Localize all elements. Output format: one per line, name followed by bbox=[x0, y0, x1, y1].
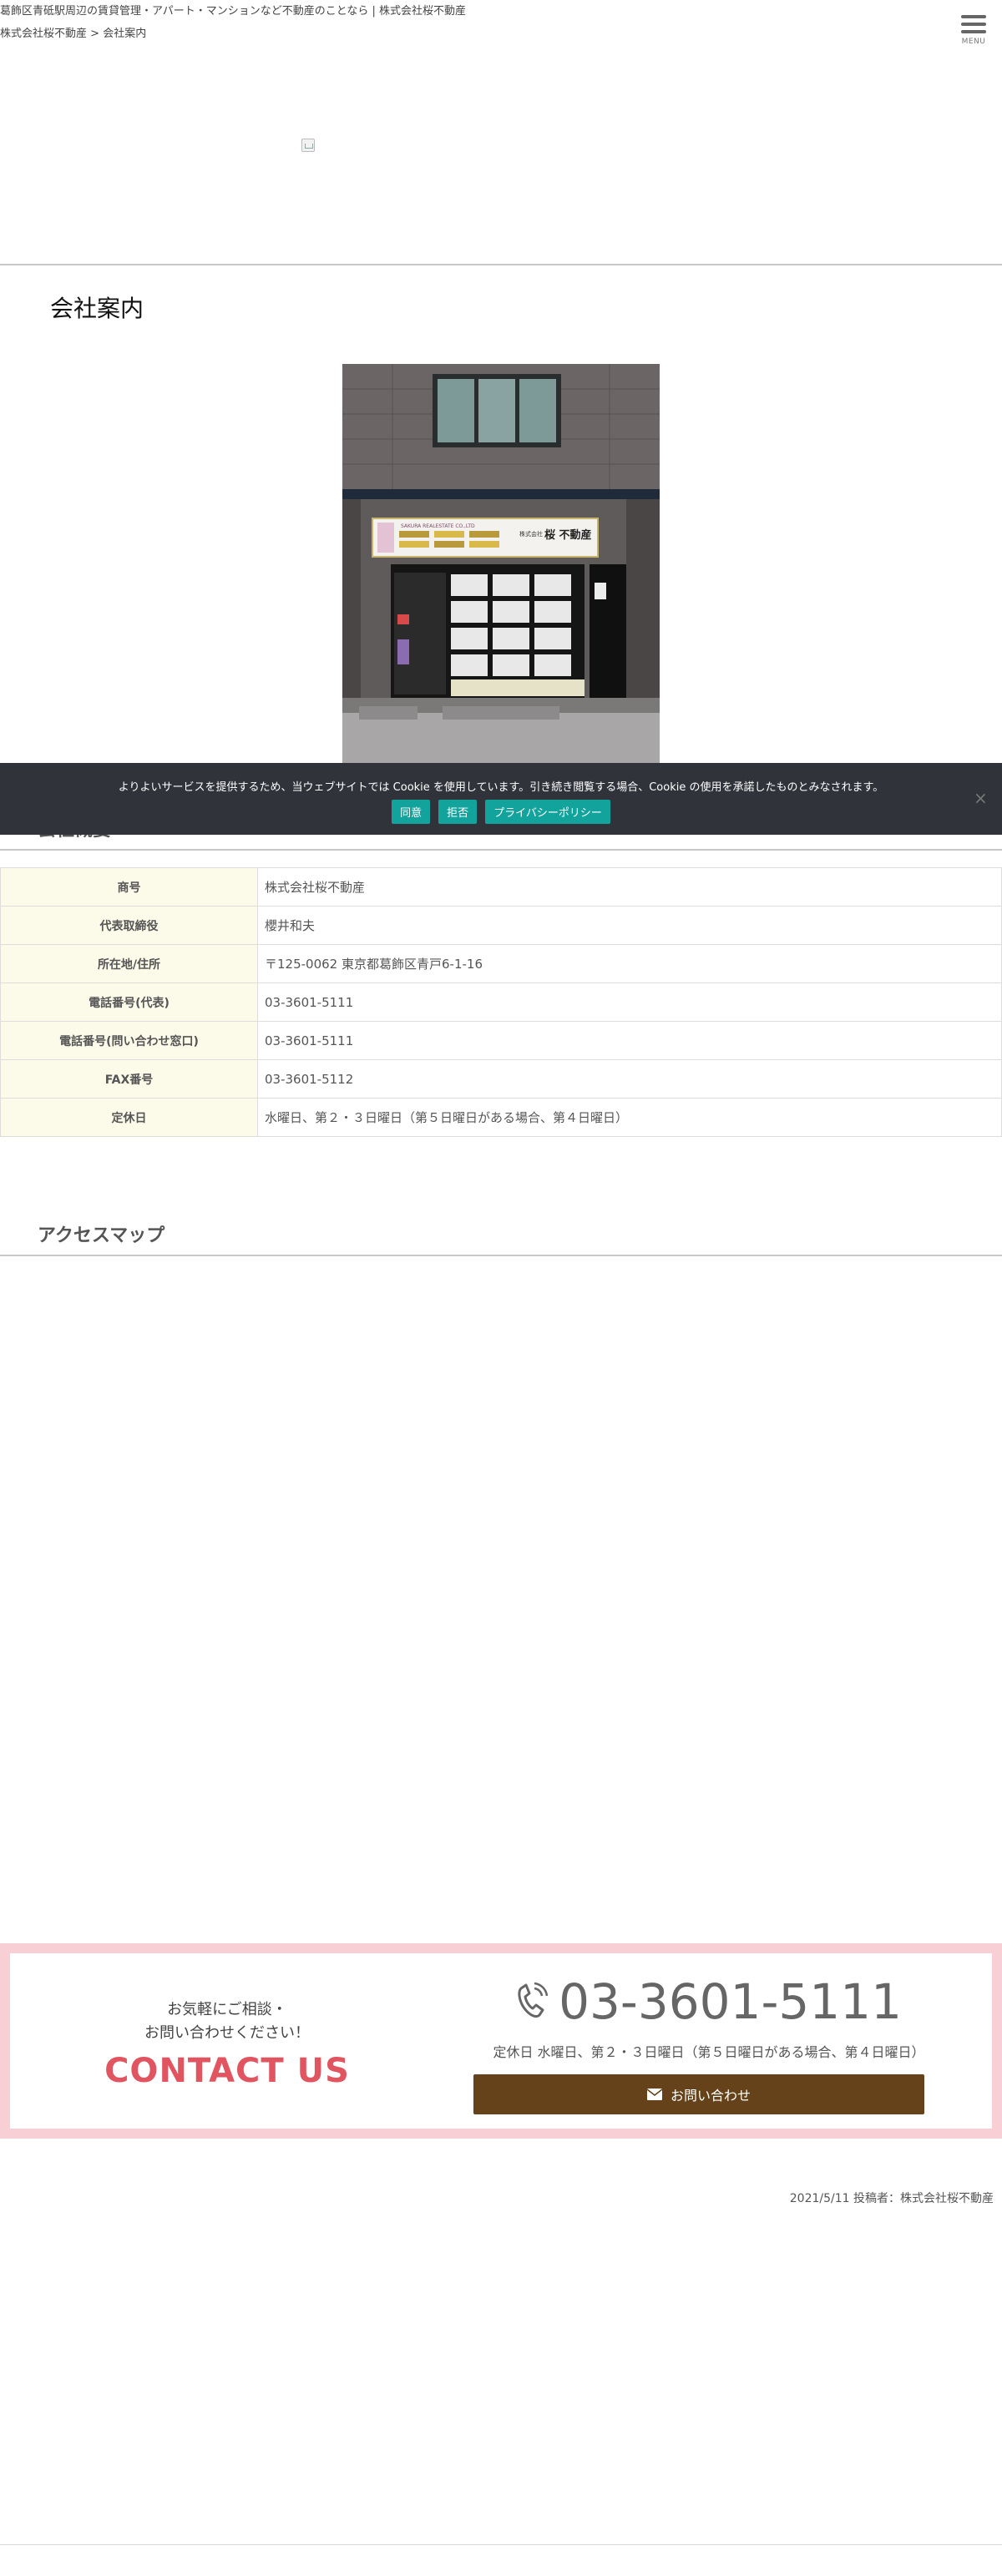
footer-divider bbox=[0, 2544, 1002, 2545]
row-label: 代表取締役 bbox=[0, 906, 258, 945]
storefront-sign-company-name: 桜 不動産 bbox=[544, 528, 592, 542]
storefront-sign-english: SAKURA REALESTATE CO.,LTD bbox=[401, 523, 475, 529]
storefront-sign-company-type: 株式会社 bbox=[519, 530, 543, 538]
row-value: 水曜日、第２・３日曜日（第５日曜日がある場合、第４日曜日） bbox=[257, 1098, 1002, 1137]
storefront-photo: SAKURA REALESTATE CO.,LTD 株式会社 桜 不動産 bbox=[342, 364, 660, 765]
table-row: 電話番号(代表) 03-3601-5111 bbox=[0, 982, 1002, 1022]
breadcrumb-separator: > bbox=[87, 28, 104, 40]
row-label: 定休日 bbox=[0, 1098, 258, 1137]
row-value: 03-3601-5111 bbox=[257, 1021, 1002, 1060]
row-value: 株式会社桜不動産 bbox=[257, 867, 1002, 907]
cookie-accept-button[interactable]: 同意 bbox=[392, 800, 431, 824]
menu-label: MENU bbox=[961, 38, 986, 46]
table-row: 所在地/住所 〒125-0062 東京都葛飾区青戸6-1-16 bbox=[0, 944, 1002, 983]
company-info-divider bbox=[0, 849, 1002, 851]
envelope-icon bbox=[646, 2089, 662, 2100]
table-row: 定休日 水曜日、第２・３日曜日（第５日曜日がある場合、第４日曜日） bbox=[0, 1098, 1002, 1137]
phone-icon bbox=[516, 1980, 549, 2023]
page-title: 会社案内 bbox=[50, 295, 144, 322]
cookie-consent-bar: よりよいサービスを提供するため、当ウェブサイトでは Cookie を使用していま… bbox=[0, 763, 1002, 835]
contact-us-title: CONTACT US bbox=[104, 2052, 350, 2090]
site-logo-broken-image-icon[interactable] bbox=[301, 139, 315, 152]
row-label: 商号 bbox=[0, 867, 258, 907]
contact-form-button-label: お問い合わせ bbox=[670, 2088, 751, 2104]
storefront-illustration: SAKURA REALESTATE CO.,LTD 株式会社 桜 不動産 bbox=[342, 364, 660, 765]
breadcrumb-home-link[interactable]: 株式会社桜不動産 bbox=[0, 28, 87, 40]
hamburger-icon-bar-3 bbox=[961, 30, 986, 33]
hamburger-icon-bar-2 bbox=[961, 23, 986, 26]
access-map-area[interactable] bbox=[0, 1257, 1002, 1925]
contact-lead: お気軽にご相談・ お問い合わせください！ bbox=[10, 1998, 444, 2045]
phone-row[interactable]: 03-3601-5111 bbox=[483, 1973, 934, 2030]
access-map-heading: アクセスマップ bbox=[38, 1225, 165, 1246]
contact-lead-line1: お気軽にご相談・ bbox=[167, 2001, 287, 2018]
site-tagline: 葛飾区青砥駅周辺の賃貸管理・アパート・マンションなど不動産のことなら | 株式会… bbox=[0, 5, 466, 18]
row-value: 03-3601-5112 bbox=[257, 1059, 1002, 1099]
contact-phone-number[interactable]: 03-3601-5111 bbox=[559, 1973, 902, 2030]
breadcrumb: 株式会社桜不動産 > 会社案内 bbox=[0, 24, 146, 40]
row-label: FAX番号 bbox=[0, 1059, 258, 1099]
row-label: 所在地/住所 bbox=[0, 944, 258, 983]
contact-form-button[interactable]: お問い合わせ bbox=[473, 2074, 924, 2114]
table-row: 商号 株式会社桜不動産 bbox=[0, 867, 1002, 907]
row-label: 電話番号(問い合わせ窓口) bbox=[0, 1021, 258, 1060]
header-divider bbox=[0, 264, 1002, 265]
cookie-reject-button[interactable]: 拒否 bbox=[438, 800, 478, 824]
row-label: 電話番号(代表) bbox=[0, 982, 258, 1022]
table-row: 代表取締役 櫻井和夫 bbox=[0, 906, 1002, 945]
cookie-message: よりよいサービスを提供するため、当ウェブサイトでは Cookie を使用していま… bbox=[118, 781, 884, 794]
table-row: 電話番号(問い合わせ窓口) 03-3601-5111 bbox=[0, 1021, 1002, 1060]
breadcrumb-current: 会社案内 bbox=[103, 28, 147, 40]
row-value: 03-3601-5111 bbox=[257, 982, 1002, 1022]
table-row: FAX番号 03-3601-5112 bbox=[0, 1059, 1002, 1099]
company-info-table: 商号 株式会社桜不動産 代表取締役 櫻井和夫 所在地/住所 〒125-0062 東京都… bbox=[0, 867, 1002, 1137]
cookie-button-group: 同意 拒否 プライバシーポリシー bbox=[0, 800, 1002, 824]
row-value: 〒125-0062 東京都葛飾区青戸6-1-16 bbox=[257, 944, 1002, 983]
row-value: 櫻井和夫 bbox=[257, 906, 1002, 945]
cookie-close-icon[interactable]: × bbox=[974, 788, 988, 808]
privacy-policy-button[interactable]: プライバシーポリシー bbox=[485, 800, 610, 824]
contact-box: お気軽にご相談・ お問い合わせください！ CONTACT US 03-3601-… bbox=[0, 1943, 1002, 2139]
post-meta: 2021/5/11 投稿者：株式会社桜不動産 bbox=[789, 2192, 994, 2205]
hamburger-icon bbox=[961, 15, 986, 18]
contact-lead-line2: お問い合わせください！ bbox=[144, 2024, 310, 2042]
menu-button[interactable]: MENU bbox=[959, 15, 989, 48]
access-map-divider bbox=[0, 1255, 1002, 1256]
business-hours: 定休日 水曜日、第２・３日曜日（第５日曜日がある場合、第４日曜日） bbox=[493, 2044, 925, 2060]
